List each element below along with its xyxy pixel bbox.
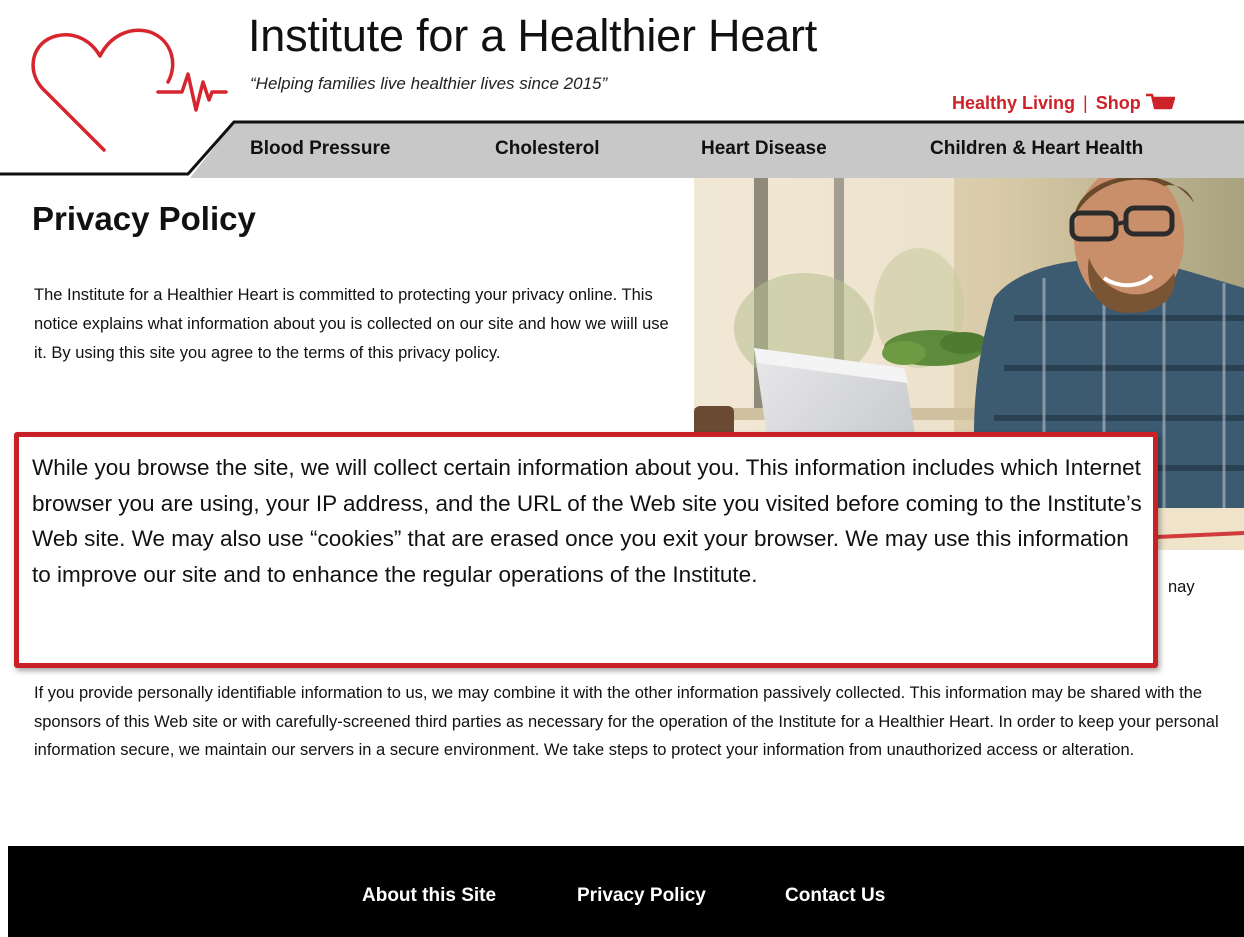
cart-icon[interactable]	[1145, 92, 1175, 112]
nav-item-cholesterol[interactable]: Cholesterol	[495, 138, 600, 160]
intro-paragraph: The Institute for a Healthier Heart is c…	[34, 286, 669, 362]
site-title[interactable]: Institute for a Healthier Heart	[248, 10, 817, 62]
link-separator: |	[1083, 93, 1088, 113]
shop-link[interactable]: Shop	[1096, 93, 1141, 113]
nav-item-blood-pressure[interactable]: Blood Pressure	[250, 138, 390, 160]
footer-link-contact[interactable]: Contact Us	[785, 885, 885, 907]
page-title: Privacy Policy	[32, 200, 256, 237]
body-paragraph: If you provide personally identifiable i…	[34, 684, 1219, 759]
footer-link-privacy-policy[interactable]: Privacy Policy	[577, 885, 706, 907]
top-links: Healthy Living | Shop	[952, 92, 1175, 114]
partially-hidden-text: nay	[1168, 578, 1195, 596]
callout-text: While you browse the site, we will colle…	[32, 455, 1142, 587]
healthy-living-link[interactable]: Healthy Living	[952, 93, 1075, 113]
footer-link-about[interactable]: About this Site	[362, 885, 496, 907]
nav-item-heart-disease[interactable]: Heart Disease	[701, 138, 827, 160]
nav-item-children-heart-health[interactable]: Children & Heart Health	[930, 138, 1143, 160]
tagline: “Helping families live healthier lives s…	[250, 74, 608, 93]
